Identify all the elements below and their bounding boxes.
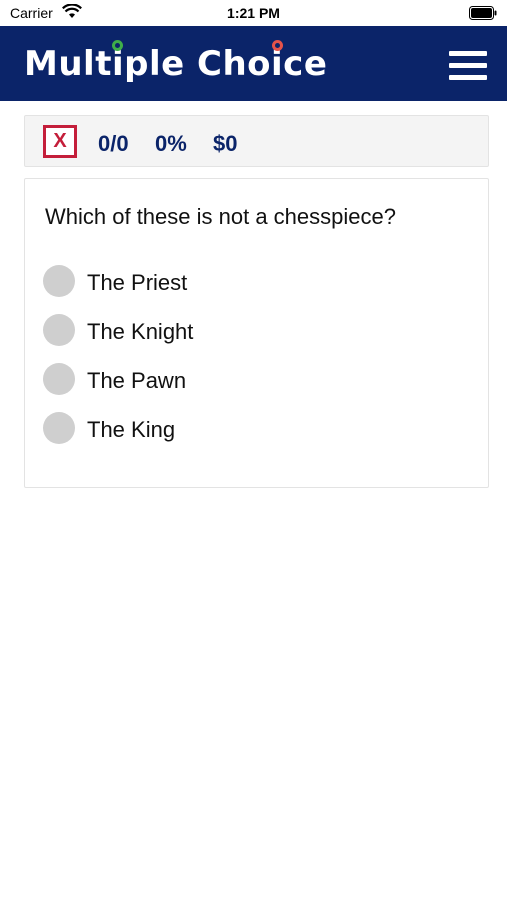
radio-button[interactable] — [43, 265, 75, 297]
answer-option-4[interactable]: The King — [43, 412, 463, 448]
menu-line — [449, 51, 487, 56]
score-percent: 0% — [155, 131, 187, 156]
score-bar: X 0/0 0% $0 — [24, 115, 489, 167]
radio-button[interactable] — [43, 314, 75, 346]
answer-label: The Priest — [87, 270, 188, 295]
question-card: Which of these is not a chesspiece? The … — [24, 178, 489, 488]
close-quiz-button[interactable]: X — [43, 125, 77, 158]
logo-red-dot-icon — [272, 40, 283, 51]
battery-icon — [469, 6, 497, 20]
app-header: Multiple Choice — [0, 26, 507, 101]
answer-label: The Pawn — [87, 368, 187, 393]
score-money: $0 — [213, 131, 238, 156]
logo-green-dot-icon — [112, 40, 123, 51]
status-time: 1:21 PM — [227, 5, 280, 21]
hamburger-menu-icon[interactable] — [449, 51, 487, 81]
question-text: Which of these is not a chesspiece? — [45, 204, 396, 229]
radio-button[interactable] — [43, 412, 75, 444]
answer-label: The Knight — [87, 319, 194, 344]
menu-line — [449, 63, 487, 68]
answer-label: The King — [87, 417, 176, 442]
answer-option-1[interactable]: The Priest — [43, 265, 463, 301]
menu-line — [449, 75, 487, 80]
answer-option-3[interactable]: The Pawn — [43, 363, 463, 399]
app-title: Multiple Choice — [24, 44, 328, 84]
answer-option-2[interactable]: The Knight — [43, 314, 463, 350]
status-bar: Carrier 1:21 PM — [0, 0, 507, 26]
radio-button[interactable] — [43, 363, 75, 395]
score-count: 0/0 — [98, 131, 129, 156]
